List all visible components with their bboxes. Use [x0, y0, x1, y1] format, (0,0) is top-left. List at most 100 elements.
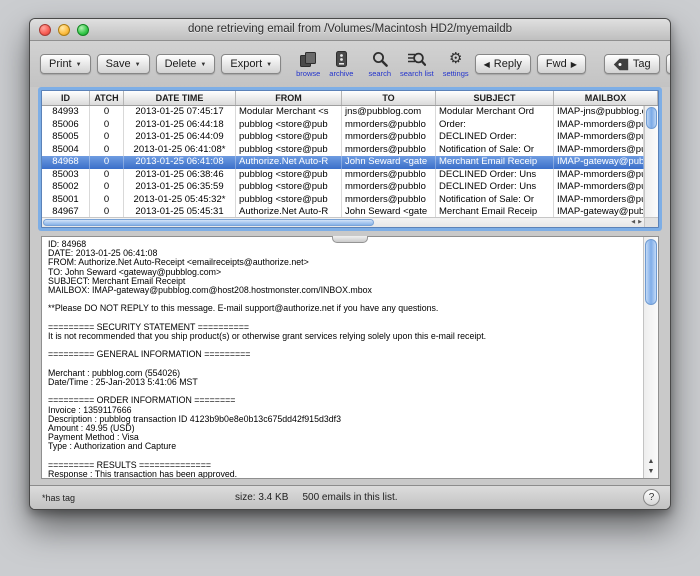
table-row[interactable]: 85005 0 2013-01-25 06:44:09 pubblog <sto… — [42, 131, 644, 144]
table-row[interactable]: 85006 0 2013-01-25 06:44:18 pubblog <sto… — [42, 119, 644, 132]
help-button[interactable]: ? — [643, 489, 660, 506]
scrollbar-thumb[interactable] — [43, 219, 374, 226]
cell-to: mmorders@pubblo — [342, 181, 436, 194]
cell-to: John Seward <gate — [342, 156, 436, 169]
caret-down-icon: ▼ — [135, 62, 141, 68]
cell-atch: 0 — [90, 106, 124, 119]
table-row[interactable]: 85003 0 2013-01-25 06:38:46 pubblog <sto… — [42, 169, 644, 182]
column-header[interactable]: TO — [342, 91, 436, 105]
table-body: 84993 0 2013-01-25 07:45:17 Modular Merc… — [42, 106, 644, 217]
left-arrow-icon: ◀ — [484, 60, 490, 69]
tag-button[interactable]: Tag — [604, 54, 660, 74]
minimize-button[interactable] — [58, 24, 70, 36]
table-horizontal-scrollbar[interactable]: ◀ ▶ — [42, 217, 644, 227]
cell-subject: Modular Merchant Ord — [436, 106, 554, 119]
raw-button[interactable]: Raw — [666, 54, 671, 74]
email-table: IDATCHDATE TIMEFROMTOSUBJECTMAILBOX 8499… — [41, 90, 659, 228]
column-header[interactable]: DATE TIME — [124, 91, 236, 105]
delete-label: Delete — [165, 58, 197, 70]
status-bar: *has tag size: 3.4 KB 500 emails in this… — [30, 485, 670, 509]
cell-from: Modular Merchant <s — [236, 106, 342, 119]
table-row[interactable]: 84967 0 2013-01-25 05:45:31 Authorize.Ne… — [42, 206, 644, 217]
scroll-right-button[interactable]: ▶ — [638, 218, 642, 227]
cell-mailbox: IMAP-gateway@pubb — [554, 156, 644, 169]
delete-button[interactable]: Delete ▼ — [156, 54, 216, 74]
table-vertical-scrollbar[interactable] — [644, 106, 658, 217]
cell-atch: 0 — [90, 131, 124, 144]
cell-id: 84968 — [42, 156, 90, 169]
column-header[interactable]: ATCH — [90, 91, 124, 105]
export-button[interactable]: Export ▼ — [221, 54, 281, 74]
archive-tool[interactable]: archive — [329, 51, 353, 78]
cell-id: 84993 — [42, 106, 90, 119]
scrollbar-thumb[interactable] — [646, 107, 657, 129]
cell-mailbox: IMAP-mmorders@pub — [554, 144, 644, 157]
save-button[interactable]: Save ▼ — [97, 54, 150, 74]
cell-id: 85003 — [42, 169, 90, 182]
settings-tool[interactable]: ⚙ settings — [443, 51, 469, 78]
cell-subject: Notification of Sale: Or — [436, 194, 554, 207]
close-button[interactable] — [39, 24, 51, 36]
app-window: done retrieving email from /Volumes/Maci… — [29, 18, 671, 510]
export-label: Export — [230, 58, 262, 70]
scroll-left-button[interactable]: ◀ — [631, 218, 635, 227]
titlebar[interactable]: done retrieving email from /Volumes/Maci… — [30, 19, 670, 41]
table-row[interactable]: 85004 0 2013-01-25 06:41:08* pubblog <st… — [42, 144, 644, 157]
cell-subject: DECLINED Order: — [436, 131, 554, 144]
cell-subject: DECLINED Order: Uns — [436, 181, 554, 194]
table-row[interactable]: 85002 0 2013-01-25 06:35:59 pubblog <sto… — [42, 181, 644, 194]
table-row[interactable]: 84993 0 2013-01-25 07:45:17 Modular Merc… — [42, 106, 644, 119]
detail-vertical-scrollbar[interactable]: ▲ ▼ — [643, 237, 658, 478]
cell-to: mmorders@pubblo — [342, 144, 436, 157]
table-header: IDATCHDATE TIMEFROMTOSUBJECTMAILBOX — [42, 91, 658, 106]
column-header[interactable]: SUBJECT — [436, 91, 554, 105]
cell-datetime: 2013-01-25 05:45:31 — [124, 206, 236, 217]
search-icon — [372, 51, 388, 68]
column-header[interactable]: FROM — [236, 91, 342, 105]
cell-datetime: 2013-01-25 05:45:32* — [124, 194, 236, 207]
browse-icon — [300, 51, 317, 68]
zoom-button[interactable] — [77, 24, 89, 36]
reply-label: Reply — [494, 58, 522, 70]
cell-to: mmorders@pubblo — [342, 119, 436, 132]
column-header[interactable]: MAILBOX — [554, 91, 658, 105]
forward-button[interactable]: Fwd ▶ — [537, 54, 586, 74]
search-list-tool[interactable]: search list — [400, 51, 434, 78]
browse-tool[interactable]: browse — [296, 51, 320, 78]
cell-atch: 0 — [90, 119, 124, 132]
table-row[interactable]: 85001 0 2013-01-25 05:45:32* pubblog <st… — [42, 194, 644, 207]
cell-from: pubblog <store@pub — [236, 181, 342, 194]
scrollbar-thumb[interactable] — [645, 239, 657, 305]
message-body: ID: 84968 DATE: 2013-01-25 06:41:08 FROM… — [42, 237, 643, 478]
table-row[interactable]: 84968 0 2013-01-25 06:41:08 Authorize.Ne… — [42, 156, 644, 169]
cell-id: 85005 — [42, 131, 90, 144]
print-label: Print — [49, 58, 72, 70]
vertical-scroll-arrows: ▲ ▼ — [644, 457, 658, 476]
cell-id: 85004 — [42, 144, 90, 157]
cell-datetime: 2013-01-25 06:35:59 — [124, 181, 236, 194]
print-button[interactable]: Print ▼ — [40, 54, 91, 74]
email-count-label: 500 emails in this list. — [30, 492, 670, 503]
cell-atch: 0 — [90, 169, 124, 182]
cell-mailbox: IMAP-mmorders@pub — [554, 131, 644, 144]
cell-mailbox: IMAP-jns@pubblog.c — [554, 106, 644, 119]
cell-subject: Notification of Sale: Or — [436, 144, 554, 157]
splitter-handle[interactable] — [332, 236, 368, 243]
cell-from: Authorize.Net Auto-R — [236, 206, 342, 217]
cell-mailbox: IMAP-mmorders@pub — [554, 119, 644, 132]
cell-id: 85006 — [42, 119, 90, 132]
search-tool[interactable]: search — [368, 51, 391, 78]
cell-to: mmorders@pubblo — [342, 194, 436, 207]
scroll-up-button[interactable]: ▲ — [648, 457, 655, 466]
column-header[interactable]: ID — [42, 91, 90, 105]
cell-from: pubblog <store@pub — [236, 131, 342, 144]
gear-icon: ⚙ — [449, 51, 462, 68]
caret-down-icon: ▼ — [200, 62, 206, 68]
reply-button[interactable]: ◀ Reply — [475, 54, 531, 74]
cell-datetime: 2013-01-25 06:41:08* — [124, 144, 236, 157]
search-list-icon — [407, 51, 426, 68]
cell-from: Authorize.Net Auto-R — [236, 156, 342, 169]
scroll-down-button[interactable]: ▼ — [648, 467, 655, 476]
cell-id: 85001 — [42, 194, 90, 207]
cell-from: pubblog <store@pub — [236, 119, 342, 132]
